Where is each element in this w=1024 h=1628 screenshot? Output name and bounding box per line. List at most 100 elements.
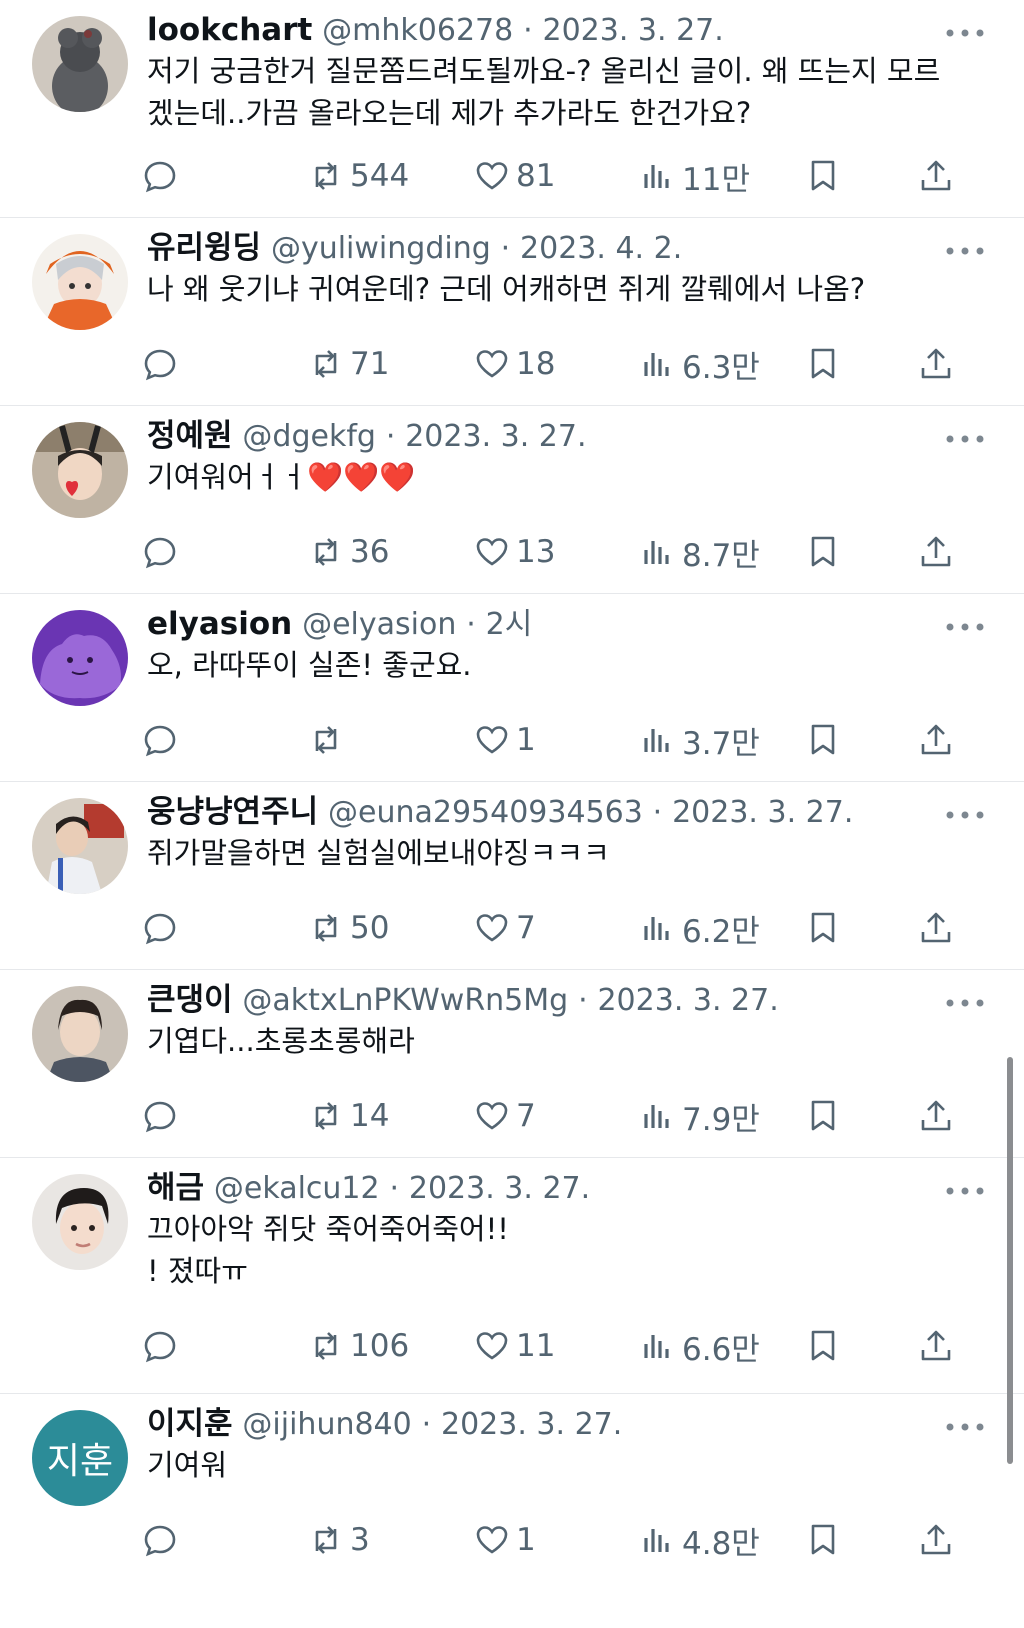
display-name[interactable]: 유리윙딩 [147, 230, 261, 266]
tweet[interactable]: 큰댕이 @aktxLnPKWwRn5Mg · 2023. 3. 27. 기엽다.… [0, 970, 1024, 1158]
share-button[interactable] [918, 906, 954, 950]
tweet[interactable]: 웅냥냥연주니 @euna29540934563 · 2023. 3. 27. 쥐… [0, 782, 1024, 970]
avatar[interactable]: 지훈 [32, 1410, 128, 1506]
reply-button[interactable] [142, 342, 178, 386]
more-icon[interactable] [943, 1184, 987, 1198]
reply-button[interactable] [142, 1324, 178, 1368]
like-button[interactable]: 13 [474, 530, 555, 574]
timestamp[interactable]: 2시 [486, 607, 533, 642]
timestamp[interactable]: 2023. 3. 27. [405, 419, 586, 454]
views-button[interactable]: 3.7만 [640, 718, 760, 762]
share-button[interactable] [918, 1518, 954, 1562]
scrollbar[interactable] [1007, 1057, 1013, 1464]
tweet[interactable]: 정예원 @dgekfg · 2023. 3. 27. 기여워어ㅓㅓ❤️❤️❤️ … [0, 406, 1024, 594]
views-button[interactable]: 7.9만 [640, 1094, 760, 1138]
bookmark-button[interactable] [805, 1518, 841, 1562]
like-button[interactable]: 18 [474, 342, 555, 386]
display-name[interactable]: 웅냥냥연주니 [147, 794, 318, 830]
timestamp[interactable]: 2023. 3. 27. [672, 795, 853, 830]
share-button[interactable] [918, 342, 954, 386]
tweet[interactable]: lookchart @mhk06278 · 2023. 3. 27. 저기 궁금… [0, 0, 1024, 218]
avatar[interactable] [32, 986, 128, 1082]
like-button[interactable]: 81 [474, 154, 555, 198]
like-button[interactable]: 11 [474, 1324, 555, 1368]
bookmark-button[interactable] [805, 906, 841, 950]
reply-button[interactable] [142, 154, 178, 198]
display-name[interactable]: elyasion [147, 606, 292, 642]
avatar[interactable] [32, 610, 128, 706]
retweet-button[interactable]: 3 [308, 1518, 370, 1562]
avatar[interactable] [32, 422, 128, 518]
timestamp[interactable]: 2023. 3. 27. [441, 1407, 622, 1442]
reply-button[interactable] [142, 1094, 178, 1138]
more-icon[interactable] [943, 1420, 987, 1434]
more-icon[interactable] [943, 996, 987, 1010]
timestamp[interactable]: 2023. 3. 27. [409, 1171, 590, 1206]
retweet-button[interactable]: 50 [308, 906, 389, 950]
display-name[interactable]: 정예원 [147, 418, 233, 454]
retweet-button[interactable] [308, 718, 350, 762]
display-name[interactable]: 이지훈 [147, 1406, 233, 1442]
retweet-button[interactable]: 544 [308, 154, 409, 198]
user-handle[interactable]: @aktxLnPKWwRn5Mg [242, 983, 568, 1018]
views-button[interactable]: 8.7만 [640, 530, 760, 574]
timestamp[interactable]: 2023. 3. 27. [542, 13, 723, 48]
share-button[interactable] [918, 530, 954, 574]
avatar[interactable] [32, 234, 128, 330]
selfie-avatar-image [32, 422, 128, 518]
display-name[interactable]: lookchart [147, 12, 312, 48]
user-handle[interactable]: @euna29540934563 [328, 795, 643, 830]
retweet-button[interactable]: 14 [308, 1094, 389, 1138]
tweet[interactable]: 해금 @ekalcu12 · 2023. 3. 27. 끄아아악 쥐닷 죽어죽어… [0, 1158, 1024, 1394]
reply-button[interactable] [142, 530, 178, 574]
like-button[interactable]: 7 [474, 906, 536, 950]
views-button[interactable]: 6.3만 [640, 342, 760, 386]
like-button[interactable]: 1 [474, 1518, 536, 1562]
views-button[interactable]: 6.6만 [640, 1324, 760, 1368]
reply-button[interactable] [142, 718, 178, 762]
views-button[interactable]: 11만 [640, 154, 750, 198]
reply-button[interactable] [142, 906, 178, 950]
tweet[interactable]: 유리윙딩 @yuliwingding · 2023. 4. 2. 나 왜 웃기냐… [0, 218, 1024, 406]
user-handle[interactable]: @elyasion [302, 607, 456, 642]
share-button[interactable] [918, 1324, 954, 1368]
display-name[interactable]: 큰댕이 [147, 982, 233, 1018]
bookmark-button[interactable] [805, 530, 841, 574]
user-handle[interactable]: @dgekfg [242, 419, 376, 454]
bookmark-button[interactable] [805, 718, 841, 762]
more-icon[interactable] [943, 620, 987, 634]
more-icon[interactable] [943, 432, 987, 446]
user-handle[interactable]: @yuliwingding [271, 231, 491, 266]
tweet[interactable]: 지훈 이지훈 @ijihun840 · 2023. 3. 27. 기여워 3 1 [0, 1394, 1024, 1628]
more-icon[interactable] [943, 244, 987, 258]
tweet[interactable]: elyasion @elyasion · 2시 오, 라따뚜이 실존! 좋군요.… [0, 594, 1024, 782]
bookmark-button[interactable] [805, 1094, 841, 1138]
retweet-button[interactable]: 71 [308, 342, 389, 386]
like-button[interactable]: 1 [474, 718, 536, 762]
bookmark-button[interactable] [805, 1324, 841, 1368]
avatar[interactable] [32, 16, 128, 112]
share-button[interactable] [918, 718, 954, 762]
user-handle[interactable]: @mhk06278 [322, 13, 513, 48]
timestamp[interactable]: 2023. 4. 2. [520, 231, 682, 266]
timestamp[interactable]: 2023. 3. 27. [597, 983, 778, 1018]
share-button[interactable] [918, 154, 954, 198]
views-button[interactable]: 4.8만 [640, 1518, 760, 1562]
reply-icon [144, 725, 176, 757]
retweet-button[interactable]: 36 [308, 530, 389, 574]
bookmark-button[interactable] [805, 342, 841, 386]
reply-button[interactable] [142, 1518, 178, 1562]
like-button[interactable]: 7 [474, 1094, 536, 1138]
share-button[interactable] [918, 1094, 954, 1138]
more-icon[interactable] [943, 808, 987, 822]
avatar[interactable] [32, 798, 128, 894]
more-icon[interactable] [943, 26, 987, 40]
user-handle[interactable]: @ijihun840 [242, 1407, 411, 1442]
retweet-button[interactable]: 106 [308, 1324, 409, 1368]
tweet-actions: 1 3.7만 [0, 718, 1024, 762]
display-name[interactable]: 해금 [147, 1170, 204, 1206]
bookmark-button[interactable] [805, 154, 841, 198]
avatar[interactable] [32, 1174, 128, 1270]
views-button[interactable]: 6.2만 [640, 906, 760, 950]
user-handle[interactable]: @ekalcu12 [214, 1171, 380, 1206]
